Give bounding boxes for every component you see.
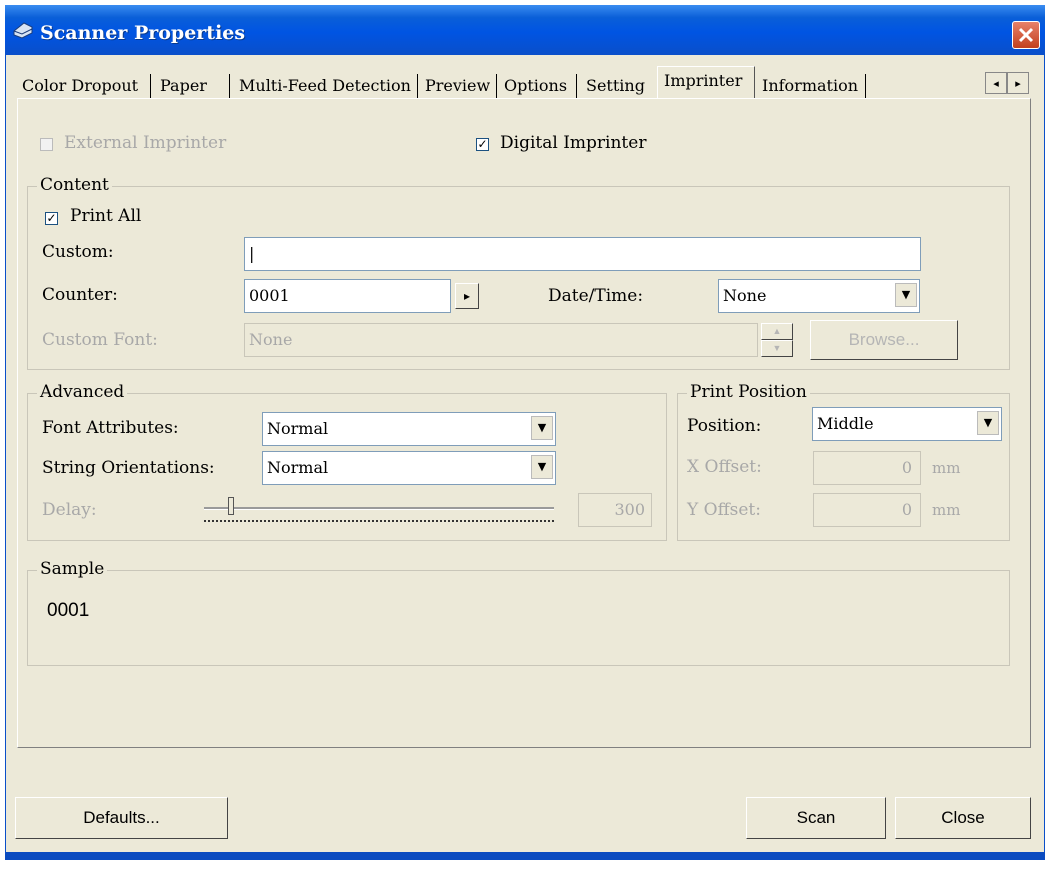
defaults-button[interactable]: Defaults... [15, 797, 228, 839]
slider-track [204, 507, 554, 510]
counter-arrow-button[interactable]: ▸ [455, 283, 479, 309]
chevron-down-icon: ▼ [531, 416, 553, 440]
chevron-down-icon: ▼ [977, 411, 999, 435]
datetime-select[interactable]: None ▼ [718, 279, 920, 313]
chevron-down-icon: ▼ [895, 283, 917, 307]
slider-thumb[interactable] [228, 497, 234, 515]
x-offset-label: X Offset: [687, 457, 762, 477]
string-orientations-label: String Orientations: [42, 458, 215, 478]
tab-separator [150, 74, 151, 98]
tab-paper[interactable]: Paper [160, 73, 207, 99]
custom-font-spinner[interactable]: ▲ ▼ [761, 323, 793, 357]
position-select[interactable]: Middle ▼ [812, 407, 1002, 441]
tab-information[interactable]: Information [762, 73, 858, 99]
position-selected-value: Middle [817, 414, 874, 433]
tab-scroll-buttons: ◂ ▸ [985, 72, 1031, 96]
custom-text-input[interactable]: | [244, 237, 921, 271]
slider-ticks [204, 520, 554, 524]
x-offset-input[interactable]: 0 [813, 451, 921, 485]
delay-label: Delay: [42, 500, 97, 520]
external-imprinter-label: External Imprinter [64, 133, 227, 153]
window-title: Scanner Properties [40, 22, 246, 44]
custom-font-label: Custom Font: [42, 330, 158, 350]
close-icon [1018, 27, 1034, 43]
sample-group [27, 570, 1010, 666]
tab-separator [496, 74, 497, 98]
tab-preview[interactable]: Preview [425, 73, 490, 99]
font-attributes-selected-value: Normal [267, 419, 329, 438]
window-bottom-border [5, 852, 1045, 860]
delay-slider[interactable] [202, 494, 557, 528]
tab-setting[interactable]: Setting [586, 73, 645, 99]
tab-color-dropout[interactable]: Color Dropout [22, 73, 138, 99]
tab-scroll-left-button[interactable]: ◂ [985, 72, 1007, 94]
string-orientations-selected-value: Normal [267, 458, 329, 477]
datetime-selected-value: None [723, 286, 767, 305]
external-imprinter-checkbox[interactable] [40, 138, 53, 151]
datetime-label: Date/Time: [548, 286, 644, 306]
y-offset-input[interactable]: 0 [813, 493, 921, 527]
print-all-checkbox[interactable]: ✓ [45, 212, 58, 225]
font-attributes-select[interactable]: Normal ▼ [262, 412, 556, 446]
y-offset-unit: mm [932, 501, 961, 519]
tab-separator [229, 74, 230, 98]
tab-multi-feed-detection[interactable]: Multi-Feed Detection [239, 73, 411, 99]
counter-label: Counter: [42, 285, 118, 305]
tab-separator [576, 74, 577, 98]
sample-legend: Sample [37, 559, 108, 579]
browse-button[interactable]: Browse... [810, 320, 958, 360]
tab-imprinter[interactable]: Imprinter [664, 68, 742, 94]
position-label: Position: [687, 416, 762, 436]
spinner-up-button[interactable]: ▲ [761, 323, 793, 340]
sample-preview-text: 0001 [47, 600, 90, 621]
digital-imprinter-label: Digital Imprinter [500, 133, 647, 153]
tab-options[interactable]: Options [504, 73, 567, 99]
chevron-down-icon: ▼ [531, 455, 553, 479]
x-offset-unit: mm [932, 459, 961, 477]
print-position-legend: Print Position [687, 382, 810, 402]
custom-label: Custom: [42, 242, 114, 262]
y-offset-label: Y Offset: [687, 500, 761, 520]
digital-imprinter-checkbox[interactable]: ✓ [476, 138, 489, 151]
advanced-legend: Advanced [37, 382, 128, 402]
counter-input[interactable]: 0001 [244, 279, 451, 313]
close-button[interactable]: Close [895, 797, 1031, 839]
tab-separator [865, 74, 866, 98]
close-window-button[interactable] [1012, 21, 1040, 49]
print-all-label: Print All [70, 206, 142, 226]
tab-separator [417, 74, 418, 98]
content-legend: Content [37, 175, 112, 195]
scan-button[interactable]: Scan [746, 797, 886, 839]
custom-font-input[interactable]: None [244, 323, 758, 357]
string-orientations-select[interactable]: Normal ▼ [262, 451, 556, 485]
delay-value-input[interactable]: 300 [578, 493, 652, 527]
scanner-icon [13, 22, 33, 39]
tab-scroll-right-button[interactable]: ▸ [1007, 72, 1029, 94]
font-attributes-label: Font Attributes: [42, 418, 179, 438]
spinner-down-button[interactable]: ▼ [761, 340, 793, 357]
